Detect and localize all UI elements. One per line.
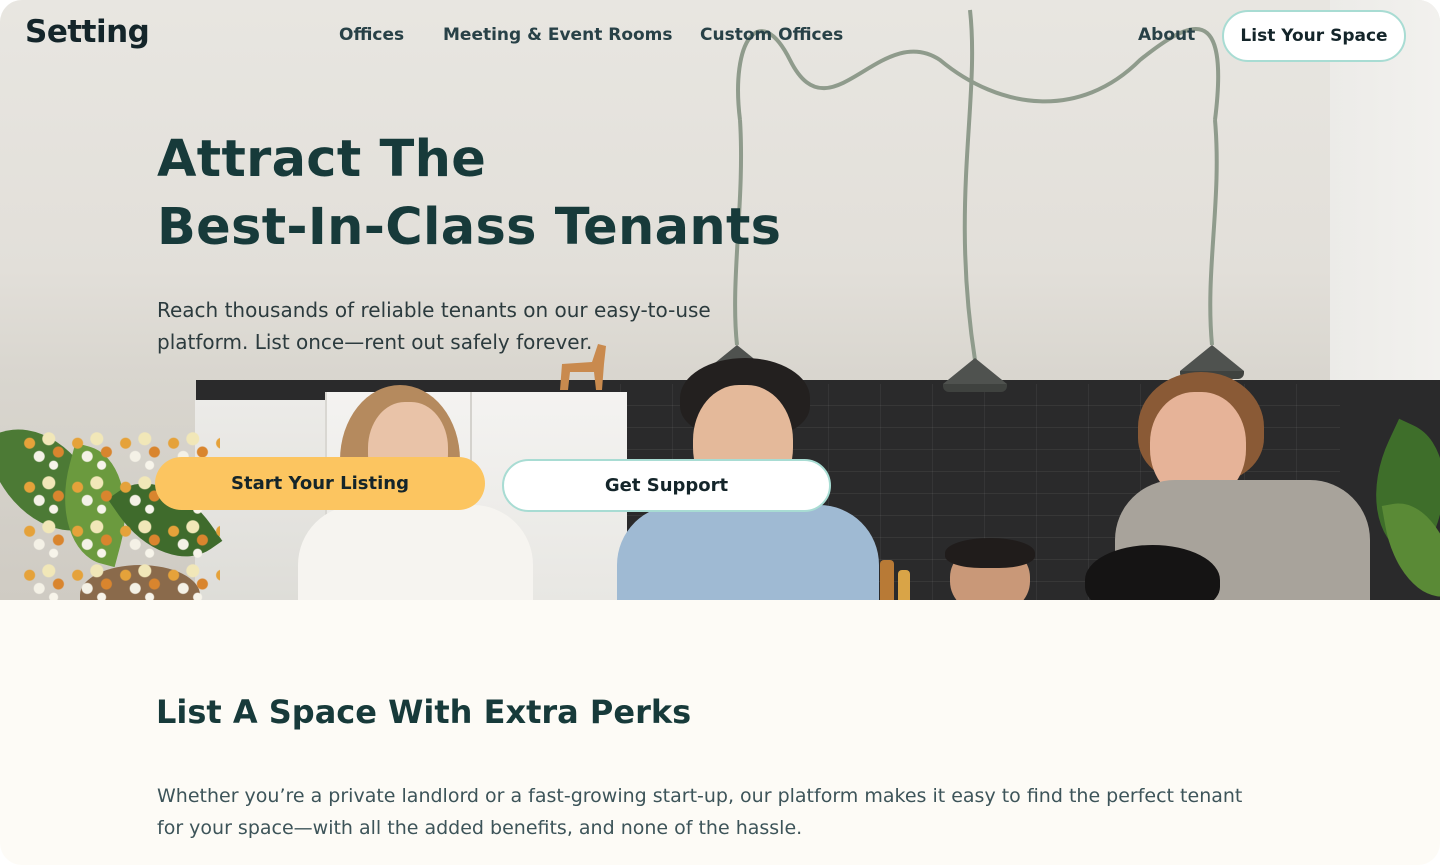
lamp-rim bbox=[943, 384, 1007, 392]
hero-title-line-1: Attract The bbox=[157, 130, 487, 189]
perks-section-title: List A Space With Extra Perks bbox=[156, 693, 692, 731]
pendant-lamp bbox=[943, 358, 1007, 384]
flower-bunch bbox=[20, 430, 220, 600]
page-frame: Setting Offices Meeting & Event Rooms Cu… bbox=[0, 0, 1440, 865]
nav-link-about[interactable]: About bbox=[1138, 25, 1195, 45]
bottle bbox=[880, 560, 894, 600]
get-support-button[interactable]: Get Support bbox=[502, 459, 831, 512]
list-your-space-button[interactable]: List Your Space bbox=[1222, 10, 1406, 62]
nav-link-custom-offices[interactable]: Custom Offices bbox=[700, 25, 843, 45]
nav-link-offices[interactable]: Offices bbox=[339, 25, 404, 45]
perks-section-body: Whether you’re a private landlord or a f… bbox=[157, 785, 1243, 839]
shirt bbox=[617, 505, 879, 600]
logo[interactable]: Setting bbox=[25, 14, 150, 50]
shirt bbox=[298, 505, 533, 600]
hero-title-line-2: Best-In-Class Tenants bbox=[157, 198, 782, 257]
start-your-listing-button[interactable]: Start Your Listing bbox=[155, 457, 485, 510]
hero-section: Setting Offices Meeting & Event Rooms Cu… bbox=[0, 0, 1440, 600]
background-person-hair bbox=[945, 538, 1035, 568]
hero-title: Attract The Best-In-Class Tenants bbox=[157, 126, 781, 262]
hero-subtitle: Reach thousands of reliable tenants on o… bbox=[157, 298, 711, 354]
bottle bbox=[898, 570, 910, 600]
pendant-lamp bbox=[1180, 345, 1244, 371]
nav-link-meeting-event-rooms[interactable]: Meeting & Event Rooms bbox=[443, 25, 673, 45]
